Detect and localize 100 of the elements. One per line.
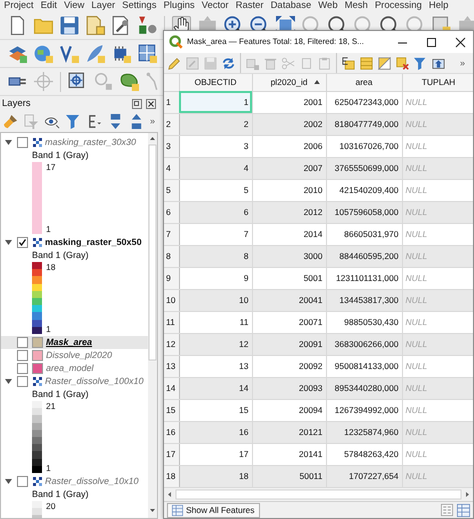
table-cell: 18: [179, 465, 252, 487]
table-cell: NULL: [402, 267, 473, 289]
document-wrench-icon[interactable]: [112, 16, 131, 35]
pencil-icon[interactable]: [168, 56, 181, 70]
menu-item[interactable]: View: [64, 0, 84, 12]
row-number[interactable]: 16: [164, 421, 179, 443]
table-cell: NULL: [402, 421, 473, 443]
row-number[interactable]: 4: [164, 157, 179, 179]
node-icon[interactable]: [94, 72, 113, 91]
shape-add-icon[interactable]: [120, 72, 139, 91]
expander-icon[interactable]: [5, 378, 12, 385]
table-cell: 2001: [252, 91, 326, 113]
row-number[interactable]: 10: [164, 289, 179, 311]
menu-item[interactable]: Processing: [374, 0, 422, 12]
checkbox[interactable]: [17, 363, 28, 374]
menu-item[interactable]: Database: [270, 0, 312, 12]
row-number[interactable]: 18: [164, 465, 179, 487]
overflow-button[interactable]: »: [150, 116, 156, 127]
menu-item[interactable]: Vector: [202, 0, 229, 12]
expander-icon[interactable]: [5, 239, 12, 246]
target-icon[interactable]: [68, 72, 87, 91]
menu-item[interactable]: Settings: [122, 0, 156, 12]
epsilon-icon[interactable]: [87, 114, 102, 129]
row-number[interactable]: 2: [164, 113, 179, 135]
expression-select-icon[interactable]: [342, 56, 355, 70]
save-icon[interactable]: [60, 16, 79, 35]
shapes-icon[interactable]: [138, 16, 157, 35]
collapse-all-icon[interactable]: [129, 114, 144, 129]
overflow-button[interactable]: »: [460, 58, 465, 68]
checkbox[interactable]: [17, 350, 28, 361]
row-number[interactable]: 7: [164, 223, 179, 245]
globe-icon[interactable]: [34, 44, 53, 63]
column-header[interactable]: area: [355, 77, 372, 88]
row-number[interactable]: 9: [164, 267, 179, 289]
row-number[interactable]: 1: [164, 91, 179, 113]
add-layers-icon[interactable]: [8, 44, 27, 63]
folder-icon[interactable]: [34, 16, 53, 35]
table-cell: 2: [179, 113, 252, 135]
new-file-icon[interactable]: [8, 16, 27, 35]
close-icon[interactable]: [453, 36, 468, 48]
layer-name[interactable]: Raster_dissolve_100x10: [45, 376, 144, 387]
row-number[interactable]: 6: [164, 201, 179, 223]
row-number[interactable]: 17: [164, 443, 179, 465]
horizontal-scrollbar[interactable]: [164, 488, 473, 501]
row-number[interactable]: 5: [164, 179, 179, 201]
vertical-scrollbar[interactable]: [148, 133, 157, 518]
grid-add-icon[interactable]: [138, 44, 157, 63]
close-icon[interactable]: [146, 98, 156, 108]
row-number[interactable]: 14: [164, 377, 179, 399]
menu-item[interactable]: Web: [318, 0, 338, 12]
layer-name[interactable]: masking_raster_50x50: [45, 237, 142, 248]
expand-all-icon[interactable]: [108, 114, 123, 129]
form-view-icon[interactable]: [441, 504, 453, 516]
feather-icon[interactable]: [86, 44, 105, 63]
row-number[interactable]: 13: [164, 355, 179, 377]
menu-item[interactable]: Edit: [40, 0, 57, 12]
document-icon[interactable]: [86, 16, 105, 35]
vector-add-icon[interactable]: [60, 44, 79, 63]
checkbox[interactable]: [17, 476, 28, 487]
table-cell: 3000: [252, 245, 326, 267]
table-cell: 2007: [252, 157, 326, 179]
row-number[interactable]: 8: [164, 245, 179, 267]
table-icon: [172, 504, 183, 516]
filter-icon[interactable]: [66, 114, 81, 129]
row-number[interactable]: 15: [164, 399, 179, 421]
deselect-icon[interactable]: [396, 56, 409, 70]
expander-icon[interactable]: [5, 139, 12, 146]
menu-item[interactable]: Project: [4, 0, 34, 12]
checkbox[interactable]: [17, 237, 28, 248]
row-number[interactable]: 11: [164, 311, 179, 333]
pan-to-icon[interactable]: [432, 56, 445, 70]
table-cell: 421540209,400: [326, 179, 402, 201]
menu-item[interactable]: Mesh: [344, 0, 368, 12]
checkbox[interactable]: [17, 137, 28, 148]
toggle-edit-icon[interactable]: [186, 56, 199, 70]
float-icon[interactable]: [132, 98, 142, 108]
layer-name[interactable]: masking_raster_30x30: [45, 137, 136, 148]
row-number[interactable]: 3: [164, 135, 179, 157]
checkbox[interactable]: [17, 376, 28, 387]
menu-item[interactable]: Raster: [236, 0, 264, 12]
raster-icon: [33, 377, 42, 386]
checkbox[interactable]: [17, 337, 28, 348]
layer-name[interactable]: Dissolve_pl2020: [46, 350, 112, 361]
invert-selection-icon[interactable]: [378, 56, 391, 70]
expander-icon[interactable]: [5, 478, 12, 485]
chip-icon[interactable]: [112, 44, 131, 63]
paintbrush-icon[interactable]: [3, 114, 18, 129]
show-all-features-button[interactable]: Show All Features: [167, 502, 260, 518]
menu-item[interactable]: Help: [428, 0, 448, 12]
select-all-icon[interactable]: [360, 56, 373, 70]
layer-name[interactable]: area_model: [46, 363, 94, 374]
layer-name[interactable]: Raster_dissolve_10x10: [45, 476, 139, 487]
table-view-icon[interactable]: [457, 504, 470, 516]
maximize-icon[interactable]: [424, 36, 439, 48]
band-label: Band 1 (Gray): [32, 488, 90, 501]
refresh-icon[interactable]: [222, 56, 235, 70]
filter-icon[interactable]: [414, 56, 427, 70]
menu-item[interactable]: Layer: [91, 0, 116, 12]
menu-item[interactable]: Plugins: [163, 0, 195, 12]
row-number[interactable]: 12: [164, 333, 179, 355]
